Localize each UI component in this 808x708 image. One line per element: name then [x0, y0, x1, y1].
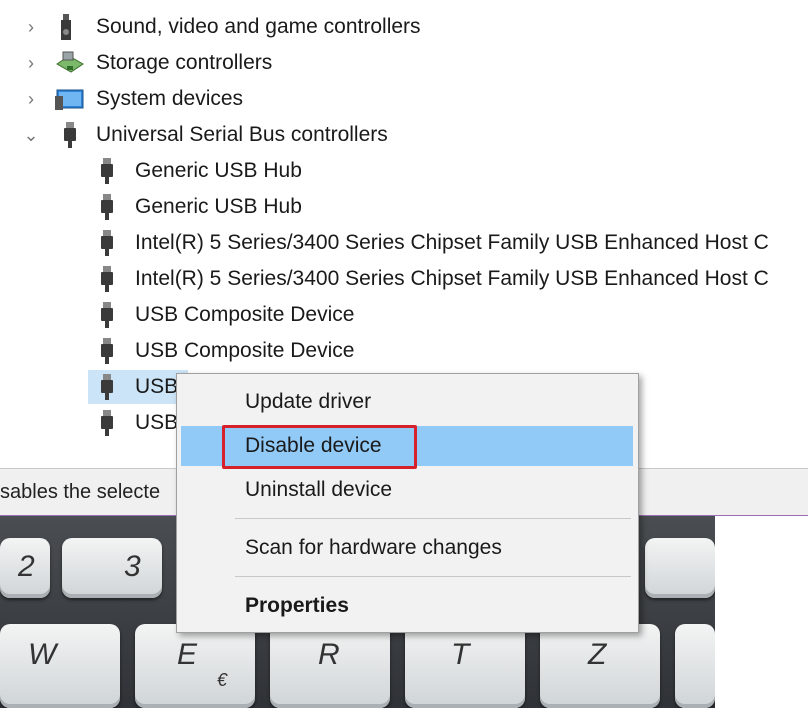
- key-sublabel: €: [217, 670, 228, 690]
- key-label: W: [28, 638, 57, 671]
- tree-item-system-devices[interactable]: › System devices: [0, 82, 808, 116]
- chevron-down-icon[interactable]: ⌄: [22, 125, 40, 145]
- tree-item-storage-controllers[interactable]: › Storage controllers: [0, 46, 808, 80]
- tree-item-label: Sound, video and game controllers: [96, 15, 421, 38]
- menu-separator: [235, 576, 631, 577]
- tree-item-label: Generic USB Hub: [135, 195, 302, 218]
- usb-plug-icon: [101, 194, 113, 220]
- tree-item-label: USB: [135, 375, 179, 398]
- key-label: 3: [124, 550, 141, 583]
- tree-item-label: Universal Serial Bus controllers: [96, 123, 388, 146]
- context-menu: Update driver Disable device Uninstall d…: [176, 373, 639, 633]
- tree-item-label: USB Composite Device: [135, 303, 355, 326]
- usb-plug-icon: [101, 338, 113, 364]
- status-text: sables the selecte: [0, 481, 161, 503]
- menu-item-label: Scan for hardware changes: [245, 536, 502, 559]
- menu-item-label: Uninstall device: [245, 478, 393, 501]
- keyboard-key: 2: [0, 538, 50, 598]
- chevron-right-icon[interactable]: ›: [22, 17, 40, 37]
- window-background: [715, 516, 808, 708]
- menu-item-label: Properties: [245, 594, 349, 617]
- tree-item-usb-controllers[interactable]: ⌄ Universal Serial Bus controllers: [0, 118, 808, 152]
- usb-plug-icon: [64, 122, 76, 148]
- key-label: E: [177, 638, 198, 671]
- keyboard-key: Z: [540, 624, 660, 708]
- menu-item-label: Update driver: [245, 390, 372, 413]
- keyboard-key: [645, 538, 715, 598]
- keyboard-key: [675, 624, 715, 708]
- keyboard-key: 3: [62, 538, 162, 598]
- usb-plug-icon: [101, 374, 113, 400]
- menu-item-uninstall-device[interactable]: Uninstall device: [177, 470, 638, 510]
- speaker-icon: [61, 14, 71, 40]
- menu-item-properties[interactable]: Properties: [177, 586, 638, 626]
- tree-item-label: USB Composite Device: [135, 339, 355, 362]
- menu-item-scan-hardware[interactable]: Scan for hardware changes: [177, 528, 638, 568]
- usb-plug-icon: [101, 158, 113, 184]
- tree-item-sound-video[interactable]: › Sound, video and game controllers: [0, 10, 808, 44]
- usb-plug-icon: [101, 302, 113, 328]
- key-label: R: [318, 638, 340, 671]
- storage-controller-icon: [56, 51, 84, 73]
- tree-item-label: Intel(R) 5 Series/3400 Series Chipset Fa…: [135, 231, 769, 254]
- keyboard-key: E €: [135, 624, 255, 708]
- usb-plug-icon: [101, 266, 113, 292]
- menu-item-update-driver[interactable]: Update driver: [177, 382, 638, 422]
- keyboard-key: T: [405, 624, 525, 708]
- system-devices-icon: [55, 89, 84, 110]
- chevron-right-icon[interactable]: ›: [22, 53, 40, 73]
- keyboard-key: W: [0, 624, 120, 708]
- tree-item-label: Intel(R) 5 Series/3400 Series Chipset Fa…: [135, 267, 769, 290]
- usb-plug-icon: [101, 410, 113, 436]
- keyboard-key: R: [270, 624, 390, 708]
- chevron-right-icon[interactable]: ›: [22, 89, 40, 109]
- tree-item-label: Generic USB Hub: [135, 159, 302, 182]
- tree-item-label: System devices: [96, 87, 244, 110]
- annotation-highlight-box: [222, 425, 417, 469]
- usb-plug-icon: [101, 230, 113, 256]
- key-label: 2: [18, 550, 35, 583]
- tree-item-label: Storage controllers: [96, 51, 273, 74]
- key-label: T: [451, 638, 470, 671]
- key-label: Z: [588, 638, 607, 671]
- tree-item-label: USB: [135, 411, 179, 434]
- menu-separator: [235, 518, 631, 519]
